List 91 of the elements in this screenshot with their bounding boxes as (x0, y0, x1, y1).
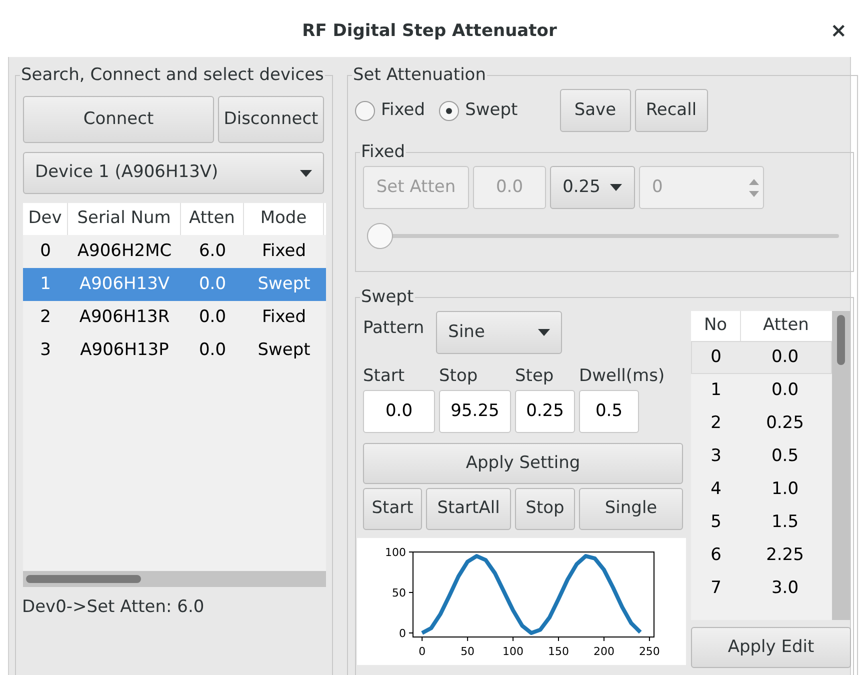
x-tick-label: 150 (548, 645, 569, 658)
run-button[interactable]: Stop (515, 488, 575, 530)
param-field[interactable]: 0.5 (579, 390, 639, 433)
vertical-scrollbar[interactable] (832, 311, 850, 620)
apply-setting-button[interactable]: Apply Setting (363, 443, 683, 484)
column-header: Atten (181, 203, 244, 235)
table-cell-text: 3.0 (770, 576, 800, 600)
table-cell-text: 3 (39, 338, 52, 362)
table-row[interactable]: 2 A906H13R 0.0 Fixed (23, 301, 326, 334)
table-row[interactable]: 2 0.25 (691, 407, 832, 440)
param-label: Stop (439, 365, 478, 387)
table-cell-text: 0.0 (198, 338, 228, 362)
mode-radio[interactable]: Fixed (355, 98, 426, 124)
x-tick-label: 200 (593, 645, 614, 658)
table-cell-text: 6.0 (198, 240, 228, 263)
pattern-label: Pattern (363, 317, 424, 340)
column-header: Atten (762, 314, 810, 338)
table-cell-text: 3 (710, 444, 722, 468)
pattern-dropdown[interactable]: Sine (436, 311, 562, 354)
apply-edit-button[interactable]: Apply Edit (691, 627, 851, 668)
table-cell-text: 2.25 (765, 544, 805, 567)
table-row[interactable]: 3 0.5 (691, 440, 832, 473)
x-tick-label: 50 (460, 645, 475, 658)
table-cell-text: A906H13V (78, 272, 171, 296)
table-cell-text: 0.0 (198, 306, 228, 329)
run-button[interactable]: Single (579, 488, 683, 530)
column-header: Dev (23, 203, 68, 235)
table-cell-text: 0.0 (770, 346, 800, 369)
caret-icon (538, 329, 550, 336)
table-row[interactable]: 5 1.5 (691, 506, 832, 539)
down-arrow-icon (749, 190, 759, 196)
param-label: Dwell(ms) (579, 365, 665, 387)
table-cell-text: Fixed (260, 240, 308, 263)
x-tick-label: 100 (502, 645, 524, 658)
table-cell-text: Swept (256, 338, 312, 362)
table-row[interactable]: 6 2.25 (691, 539, 832, 572)
table-row[interactable]: 3 A906H13P 0.0 Swept (23, 334, 326, 367)
status-text: Dev0->Set Atten: 6.0 (22, 596, 206, 619)
table-cell-text: 7 (710, 576, 722, 600)
connect-button[interactable]: Connect (23, 96, 214, 143)
table-cell-text: 1 (39, 272, 52, 296)
caret-icon (610, 184, 622, 191)
table-cell-text: Fixed (260, 306, 308, 329)
table-cell-text: 2 (710, 412, 722, 435)
run-button[interactable]: Start (363, 488, 422, 530)
table-row[interactable]: 1 0.0 (691, 374, 832, 407)
param-label: Step (515, 365, 554, 387)
table-row[interactable]: 7 3.0 (691, 572, 832, 605)
x-tick-label: 250 (638, 645, 660, 658)
table-cell-text: 0.5 (770, 444, 800, 468)
group-legend: Swept (360, 286, 415, 308)
save-button[interactable]: Save (560, 89, 631, 132)
table-cell-text: 2 (39, 306, 52, 329)
table-cell-text: 0 (39, 240, 52, 263)
table-cell-text: A906H2MC (76, 240, 173, 263)
param-label: Start (363, 365, 405, 387)
mode-radio[interactable]: Swept (439, 98, 518, 124)
table-cell-text: 0.25 (765, 412, 805, 435)
table-cell-text: 0.0 (198, 272, 228, 296)
y-tick-label: 0 (399, 626, 406, 640)
disconnect-button[interactable]: Disconnect (218, 96, 324, 143)
table-cell-text: A906H13R (78, 306, 171, 329)
caret-icon (300, 170, 312, 176)
table-cell-text: 5 (710, 510, 722, 534)
y-tick-label: 50 (392, 586, 406, 600)
param-field[interactable]: 0.0 (363, 390, 435, 433)
column-header: Serial Num (68, 203, 181, 235)
table-cell-text: 6 (710, 544, 722, 567)
horizontal-scrollbar[interactable] (23, 571, 326, 587)
param-field[interactable]: 0.25 (515, 390, 575, 433)
table-cell-text: 1.5 (770, 510, 800, 534)
table-cell-text: 0 (710, 346, 722, 369)
table-cell-text: Swept (256, 272, 312, 296)
table-cell-text: 1 (710, 378, 722, 402)
table-row[interactable]: 0 0.0 (691, 341, 832, 374)
table-cell-text: A906H13P (79, 338, 170, 362)
table-cell-text: 4 (710, 478, 722, 501)
run-button[interactable]: StartAll (426, 488, 511, 530)
up-arrow-icon (749, 178, 759, 184)
column-header: Mode (244, 203, 324, 235)
table-cell-text: 1.0 (770, 478, 800, 501)
x-tick-label: 0 (418, 645, 426, 658)
param-field[interactable]: 95.25 (439, 390, 511, 433)
close-button[interactable]: × (830, 20, 847, 40)
table-cell-text: 0.0 (770, 378, 800, 402)
table-row[interactable]: 0 A906H2MC 6.0 Fixed (23, 235, 326, 268)
table-row[interactable]: 4 1.0 (691, 473, 832, 506)
window-title: RF Digital Step Attenuator (302, 20, 557, 43)
recall-button[interactable]: Recall (634, 89, 708, 132)
y-tick-label: 100 (385, 546, 406, 559)
device-dropdown[interactable]: Device 1 (A906H13V) (23, 152, 324, 194)
